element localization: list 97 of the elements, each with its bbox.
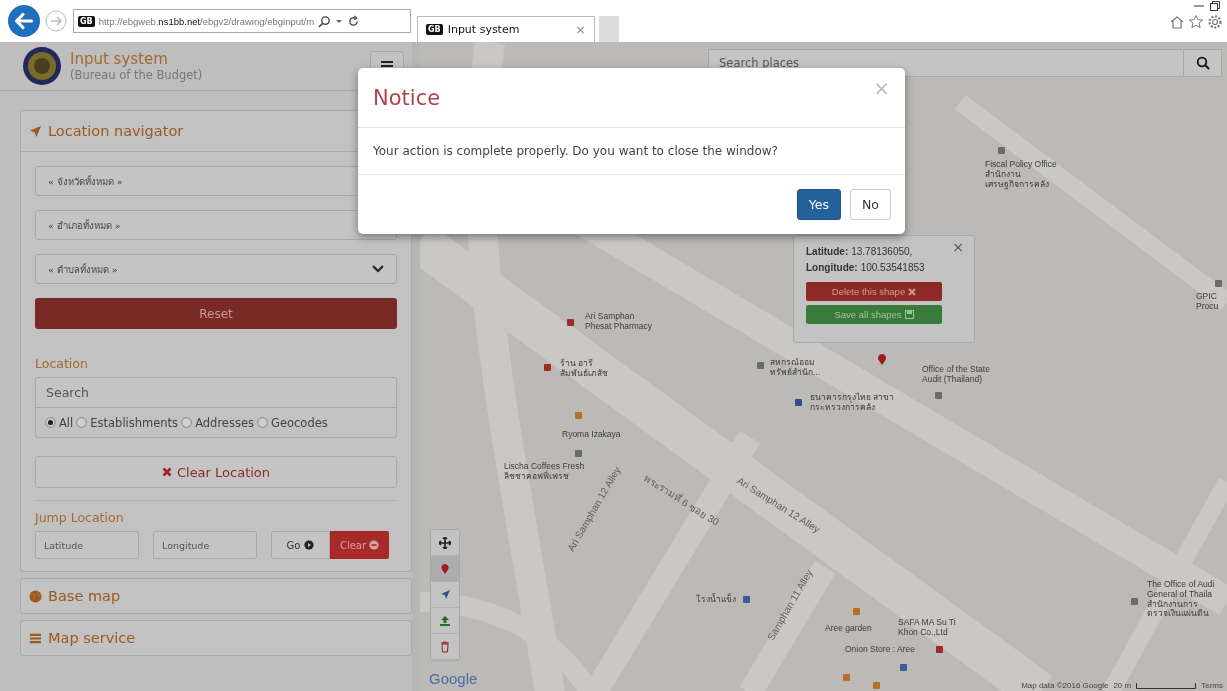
chevron-down-icon — [372, 265, 384, 273]
place-label: ร้าน อารี สัมพันธ์เภสัช — [560, 359, 608, 379]
upload-icon — [439, 614, 451, 627]
emblem-icon — [22, 46, 62, 86]
refresh-icon[interactable] — [347, 14, 361, 28]
map-marker-icon[interactable] — [873, 682, 880, 689]
radio-option[interactable]: Geocodes — [257, 415, 328, 430]
place-label: The Office of Audi General of Thaila สำนักงานการ ตรวจเงินแผ่นดิน — [1147, 580, 1215, 620]
field-label: Longitude: — [806, 261, 858, 275]
longitude-value: 100.53541853 — [860, 261, 925, 275]
panel-header[interactable]: Map service — [21, 621, 411, 655]
longitude-field[interactable]: Longitude — [153, 531, 257, 559]
minus-circle-icon — [369, 540, 380, 550]
panel-header[interactable]: Base map — [21, 579, 411, 613]
home-icon[interactable] — [1169, 14, 1185, 30]
play-circle-icon — [304, 540, 315, 550]
dropdown-select[interactable]: « อำเภอทั้งหมด » — [35, 210, 397, 240]
location-arrow-icon — [29, 124, 42, 138]
map-marker-icon[interactable] — [795, 399, 802, 406]
scale-bar-icon — [1136, 682, 1197, 689]
map-logo: Google — [429, 670, 478, 687]
radio-option[interactable]: All — [45, 415, 74, 430]
place-label: Aree garden — [825, 624, 872, 634]
map-marker-icon[interactable] — [567, 319, 574, 326]
star-icon[interactable] — [1188, 14, 1204, 30]
back-icon[interactable] — [8, 5, 40, 37]
terms-link[interactable]: Terms — [1201, 681, 1223, 690]
close-icon — [908, 287, 917, 296]
url-text: http://ebgweb.ns1bb.net/ebgv2/drawing/ebginput/m — [98, 15, 315, 27]
tab-title: Input system — [447, 23, 521, 36]
dropdown-icon[interactable] — [335, 17, 344, 25]
search-button[interactable] — [1184, 49, 1222, 77]
save-icon — [904, 310, 914, 319]
section-label: Jump Location — [35, 510, 125, 525]
map-pin-icon[interactable] — [877, 354, 887, 366]
address-bar[interactable]: GB http://ebgweb.ns1bb.net/ebgv2/drawing/ebginput/m — [73, 9, 411, 33]
search-icon[interactable] — [318, 14, 332, 28]
tab-close-button[interactable]: × — [575, 22, 586, 37]
field-label: Latitude: — [806, 245, 849, 259]
place-label: GPIC Procu — [1196, 292, 1219, 312]
restore-icon[interactable] — [1209, 0, 1221, 12]
place-label: SAFA MA Su Ti Khon Co.,Ltd — [898, 618, 956, 638]
arrow-icon — [439, 589, 451, 600]
map-marker-icon[interactable] — [575, 450, 582, 457]
latitude-value: 13.78136050, — [851, 245, 913, 259]
place-label: Ryoma Izakaya — [562, 430, 621, 440]
place-label: Fiscal Policy Office สำนักงาน เศรษฐกิจการคลัง — [985, 160, 1057, 190]
search-field[interactable]: Search — [35, 377, 397, 408]
go-button[interactable]: Go — [271, 531, 330, 559]
place-label: สหกรณ์ออม ทรัพย์สำนัก... — [770, 358, 821, 378]
list-icon — [29, 631, 42, 645]
globe-icon — [29, 589, 42, 603]
place-label: Ari Samphan Phesat Pharmacy — [585, 312, 653, 332]
map-marker-icon[interactable] — [843, 674, 850, 681]
favicon: GB — [78, 15, 95, 27]
place-label: Onion Store : Aree — [845, 645, 915, 655]
cancel-button[interactable]: No — [850, 189, 891, 220]
map-marker-icon[interactable] — [998, 147, 1005, 154]
radio-option[interactable]: Establishments — [76, 415, 179, 430]
map-marker-icon[interactable] — [853, 608, 860, 615]
section-label: Location — [35, 356, 89, 371]
place-label: Office of the State Audit (Thailand) — [922, 365, 990, 385]
radio-option[interactable]: Addresses — [181, 415, 254, 430]
clear-location-button[interactable]: Clear Location — [35, 456, 397, 488]
favicon: GB — [426, 24, 443, 35]
dialog-title: Notice — [373, 85, 441, 110]
map-marker-icon[interactable] — [757, 362, 764, 369]
map-marker-icon[interactable] — [935, 392, 942, 399]
tool-button[interactable] — [431, 530, 459, 556]
place-label: ธนาคารกรุงไทย สาขา กระทรวงการคลัง — [810, 393, 895, 413]
reset-button[interactable]: Reset — [35, 298, 397, 329]
move-icon — [439, 536, 451, 549]
place-label: Lischa Coffees Fresh ลิชชาคอฟฟี่เฟรช — [504, 462, 585, 482]
app-title: Input system — [70, 50, 169, 68]
close-button[interactable]: × — [952, 239, 964, 255]
map-marker-icon[interactable] — [544, 364, 551, 371]
scale-label: 20 m — [1113, 681, 1132, 690]
search-icon — [1195, 56, 1210, 70]
map-attribution: Map data ©2016 Google — [1021, 681, 1109, 690]
trash-icon — [440, 640, 450, 653]
delete-shape-button[interactable]: Delete this shape — [806, 282, 942, 301]
map-marker-icon[interactable] — [1215, 280, 1222, 287]
latitude-field[interactable]: Latitude — [35, 531, 139, 559]
dropdown-select[interactable]: « ตำบลทั้งหมด » — [35, 254, 397, 284]
close-icon — [161, 467, 172, 477]
map-marker-icon[interactable] — [900, 664, 907, 671]
clear-button[interactable]: Clear — [330, 531, 389, 559]
map-marker-icon[interactable] — [575, 412, 582, 419]
marker-icon — [440, 562, 450, 575]
map-marker-icon[interactable] — [936, 646, 943, 653]
place-label: โรงน้ำแข็ง — [696, 595, 736, 605]
map-marker-icon[interactable] — [743, 596, 750, 603]
app-subtitle: (Bureau of the Budget) — [70, 68, 204, 82]
confirm-button[interactable]: Yes — [796, 189, 841, 220]
settings-icon[interactable] — [1207, 14, 1223, 30]
map-marker-icon[interactable] — [1131, 598, 1138, 605]
forward-icon[interactable] — [45, 10, 67, 32]
